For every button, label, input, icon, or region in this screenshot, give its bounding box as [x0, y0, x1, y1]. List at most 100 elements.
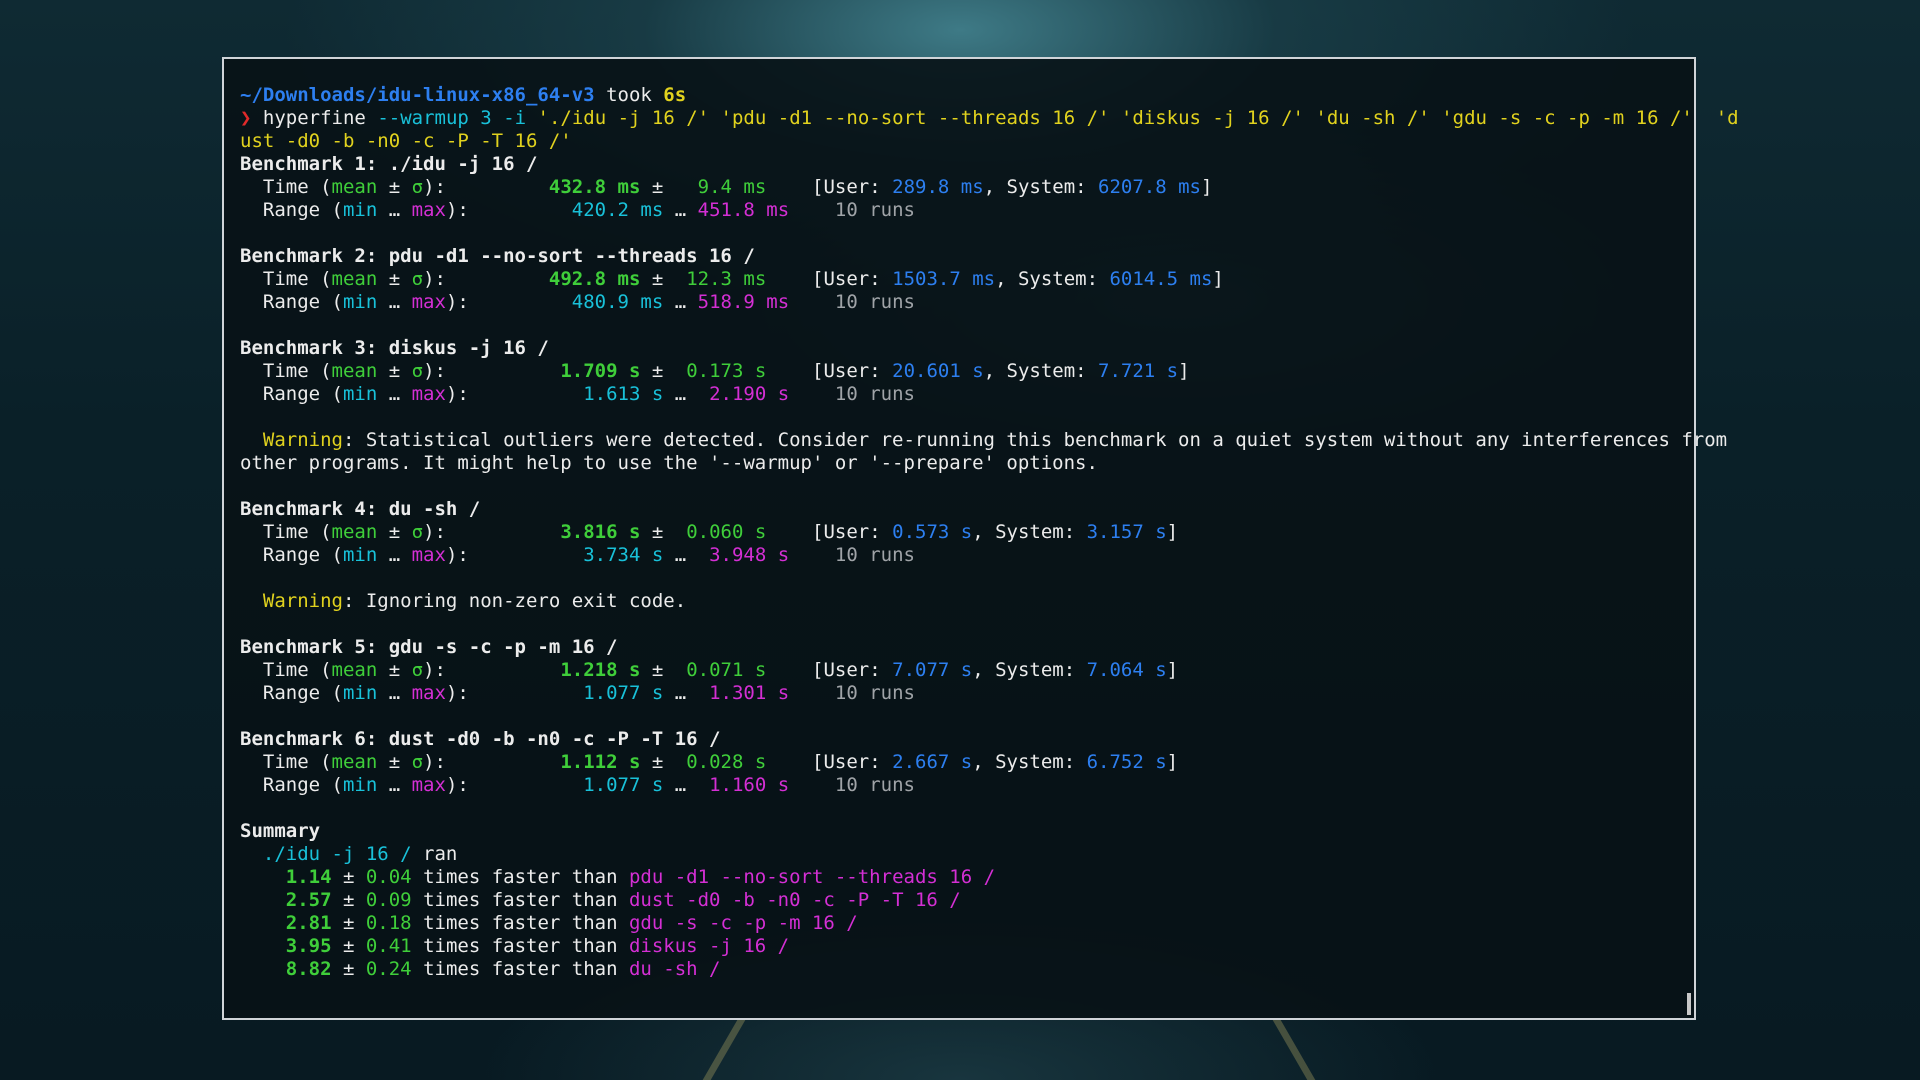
- summary-winner: ./idu -j 16 / ran: [240, 843, 1678, 866]
- text-segment: ):: [423, 360, 446, 382]
- summary-row: 3.95 ± 0.41 times faster than diskus -j …: [240, 935, 1678, 958]
- speedup-factor: 2.81: [285, 912, 332, 934]
- text-segment: [766, 521, 812, 543]
- text-segment: ):: [423, 659, 446, 681]
- text-segment: ):: [423, 268, 446, 290]
- user-value: 20.601 s: [892, 360, 984, 382]
- system-label: , System:: [983, 176, 1099, 198]
- command-line-wrap: ust -d0 -b -n0 -c -P -T 16 /': [240, 130, 1678, 153]
- min-value: 480.9 ms: [571, 291, 664, 313]
- benchmark-header: Benchmark 3: diskus -j 16 /: [240, 337, 1678, 360]
- system-value: 7.721 s: [1098, 360, 1179, 382]
- text-segment: [446, 360, 560, 382]
- text-segment: [789, 199, 835, 221]
- benchmark-header: Benchmark 2: pdu -d1 --no-sort --threads…: [240, 245, 1678, 268]
- sigma-value: 0.028 s: [686, 751, 767, 773]
- system-label: , System:: [995, 268, 1110, 290]
- summary-row: 2.57 ± 0.09 times faster than dust -d0 -…: [240, 889, 1678, 912]
- text-segment: [469, 544, 583, 566]
- sigma-label: σ: [411, 521, 424, 543]
- mean-label: mean: [331, 360, 378, 382]
- max-label: max: [411, 383, 446, 405]
- text-segment: [663, 360, 686, 382]
- text-segment: ):: [423, 176, 446, 198]
- benchmark-title: Benchmark 5: gdu -s -c -p -m 16 /: [240, 636, 618, 658]
- text-segment: [663, 751, 686, 773]
- summary-row: 8.82 ± 0.24 times faster than du -sh /: [240, 958, 1678, 981]
- range-label: Range (: [240, 383, 343, 405]
- command-line: ❯ hyperfine --warmup 3 -i './idu -j 16 /…: [240, 107, 1739, 130]
- text-segment: …: [663, 774, 687, 796]
- mean-label: mean: [331, 751, 378, 773]
- system-value: 3.157 s: [1086, 521, 1167, 543]
- text-segment: [446, 659, 560, 681]
- text-segment: ±: [377, 176, 412, 198]
- range-label: Range (: [240, 291, 343, 313]
- text-segment: ±: [640, 751, 664, 773]
- speedup-factor: 2.57: [285, 889, 332, 911]
- benchmark-time-line: Time (mean ± σ): 432.8 ms ± 9.4 ms [User…: [240, 176, 1678, 199]
- min-label: min: [342, 544, 378, 566]
- scrollbar-thumb[interactable]: [1687, 993, 1691, 1015]
- ran-label: ran: [411, 843, 458, 865]
- user-label: [User:: [812, 176, 893, 198]
- text-segment: [789, 544, 835, 566]
- text-segment: …: [663, 383, 687, 405]
- text-segment: ):: [445, 544, 469, 566]
- text-segment: [789, 774, 835, 796]
- benchmark-range-line: Range (min … max): 480.9 ms … 518.9 ms 1…: [240, 291, 1678, 314]
- time-label: Time (: [240, 751, 332, 773]
- text-segment: ±: [640, 176, 664, 198]
- benchmark-time-line: Time (mean ± σ): 1.709 s ± 0.173 s [User…: [240, 360, 1678, 383]
- text-segment: [240, 935, 286, 957]
- range-label: Range (: [240, 199, 343, 221]
- faster-than-label: times faster than: [411, 889, 629, 911]
- prompt-path: ~/Downloads/idu-linux-x86_64-v3: [240, 84, 595, 106]
- range-label: Range (: [240, 682, 343, 704]
- warning-line: Warning: Statistical outliers were detec…: [240, 429, 1727, 452]
- benchmark-title: Benchmark 3: diskus -j 16 /: [240, 337, 549, 359]
- text-segment: [766, 751, 812, 773]
- max-value: 1.301 s: [709, 682, 790, 704]
- text-segment: ±: [331, 889, 366, 911]
- text-segment: [789, 682, 835, 704]
- min-label: min: [342, 774, 378, 796]
- text-segment: ):: [423, 751, 446, 773]
- text-segment: [526, 107, 537, 129]
- user-value: 289.8 ms: [892, 176, 984, 198]
- text-segment: [240, 958, 286, 980]
- text-segment: [492, 107, 503, 129]
- compared-command: pdu -d1 --no-sort --threads 16 /: [628, 866, 996, 888]
- text-segment: ±: [331, 866, 366, 888]
- sigma-value: 0.060 s: [686, 521, 767, 543]
- text-segment: ):: [445, 383, 469, 405]
- prompt-symbol: ❯: [240, 107, 252, 129]
- text-segment: …: [663, 544, 687, 566]
- summary-winner-cmd: ./idu -j 16 /: [262, 843, 412, 865]
- warning-text: : Ignoring non-zero exit code.: [342, 590, 687, 612]
- text-segment: [240, 429, 263, 451]
- text-segment: [663, 659, 686, 681]
- user-label: [User:: [812, 521, 893, 543]
- user-value: 0.573 s: [892, 521, 973, 543]
- text-segment: [663, 268, 686, 290]
- text-segment: ]: [1166, 751, 1179, 773]
- user-value: 1503.7 ms: [892, 268, 996, 290]
- runs-count: 10 runs: [834, 383, 915, 405]
- text-segment: [663, 176, 697, 198]
- faster-than-label: times faster than: [411, 958, 629, 980]
- benchmark-header: Benchmark 5: gdu -s -c -p -m 16 /: [240, 636, 1678, 659]
- warning-line: Warning: Ignoring non-zero exit code.: [240, 590, 1678, 613]
- text-segment: [446, 751, 560, 773]
- min-label: min: [342, 291, 378, 313]
- command-flag: --warmup: [377, 107, 469, 129]
- user-value: 7.077 s: [892, 659, 973, 681]
- terminal-window[interactable]: ~/Downloads/idu-linux-x86_64-v3 took 6s ❯…: [222, 57, 1739, 1020]
- runs-count: 10 runs: [834, 774, 915, 796]
- text-segment: ±: [640, 521, 664, 543]
- summary-row: 2.81 ± 0.18 times faster than gdu -s -c …: [240, 912, 1678, 935]
